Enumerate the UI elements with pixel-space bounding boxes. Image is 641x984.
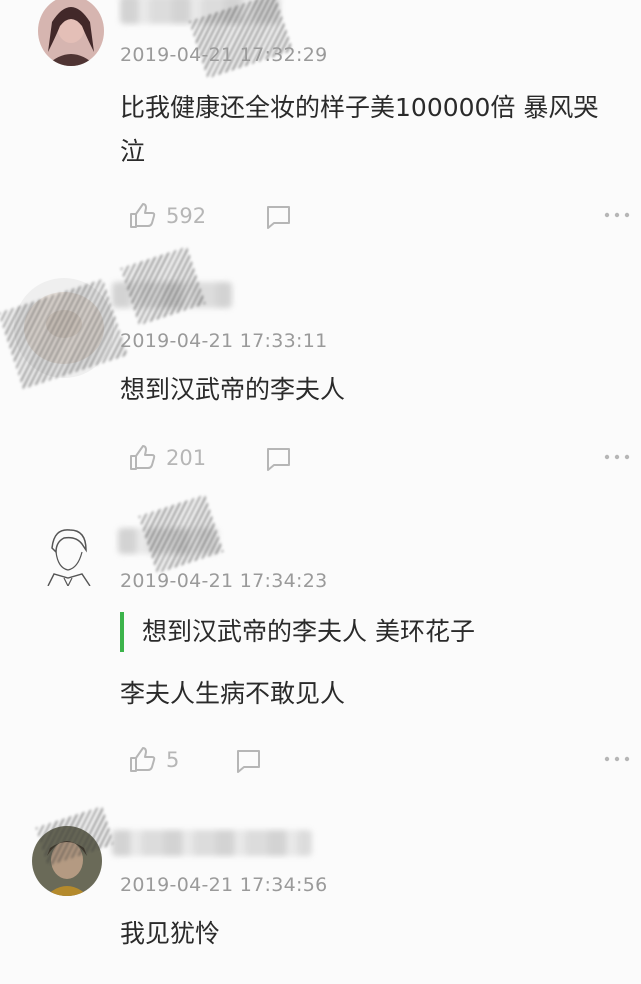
comment-item: 2019-04-21 17:33:11 想到汉武帝的李夫人 201 <box>0 246 641 490</box>
comment-item: 2019-04-21 17:32:29 比我健康还全妆的样子美100000倍 暴… <box>0 0 641 250</box>
timestamp: 2019-04-21 17:33:11 <box>120 330 328 352</box>
comment-text: 李夫人生病不敢见人 <box>120 679 346 708</box>
comment-text: 我见犹怜 <box>120 919 221 948</box>
thumbs-up-icon[interactable] <box>128 746 156 774</box>
redaction-scribble <box>120 246 206 326</box>
comment-actions: 5 <box>0 742 641 782</box>
avatar[interactable] <box>38 0 104 66</box>
thumbs-up-icon[interactable] <box>128 202 156 230</box>
ellipsis-icon[interactable] <box>603 450 631 464</box>
comment-actions: 592 <box>0 198 641 238</box>
like-count: 201 <box>166 446 207 470</box>
timestamp: 2019-04-21 17:34:23 <box>120 570 328 592</box>
speech-bubble-icon[interactable] <box>234 748 262 774</box>
ellipsis-icon[interactable] <box>603 208 631 222</box>
speech-bubble-icon[interactable] <box>264 446 292 472</box>
timestamp: 2019-04-21 17:32:29 <box>120 44 328 66</box>
redaction-scribble <box>138 494 224 574</box>
like-count: 5 <box>166 748 180 772</box>
redaction-scribble <box>35 806 115 866</box>
thumbs-up-icon[interactable] <box>128 444 156 472</box>
quoted-reply: 想到汉武帝的李夫人 美环花子 <box>120 612 615 652</box>
speech-bubble-icon[interactable] <box>264 204 292 230</box>
ellipsis-icon[interactable] <box>603 752 631 766</box>
comment-text: 想到汉武帝的李夫人 <box>120 375 346 404</box>
comment-feed: 2019-04-21 17:32:29 比我健康还全妆的样子美100000倍 暴… <box>0 0 641 984</box>
comment-item: 2019-04-21 17:34:23 想到汉武帝的李夫人 美环花子 李夫人生病… <box>0 490 641 810</box>
like-count: 592 <box>166 204 207 228</box>
timestamp: 2019-04-21 17:34:56 <box>120 874 328 896</box>
redaction-scribble <box>0 278 128 390</box>
avatar[interactable] <box>36 522 100 586</box>
username-redacted <box>112 830 312 856</box>
comment-text: 比我健康还全妆的样子美100000倍 暴风哭泣 <box>120 93 599 166</box>
comment-item: 2019-04-21 17:34:56 我见犹怜 <box>0 806 641 984</box>
comment-actions: 201 <box>0 440 641 480</box>
